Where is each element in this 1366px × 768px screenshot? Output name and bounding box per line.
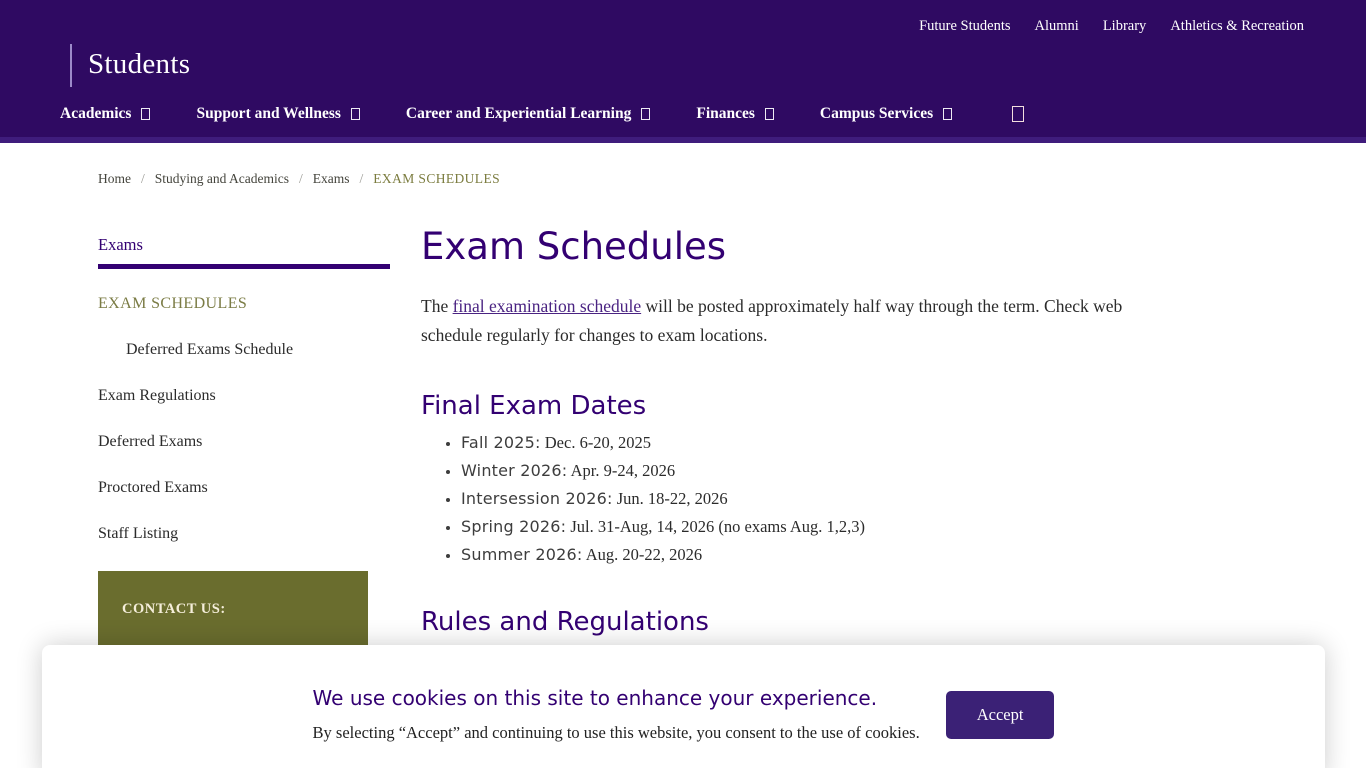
exam-date-item-winter: Winter 2026: Apr. 9-24, 2026 xyxy=(461,461,1161,481)
logo-block: Students xyxy=(70,44,1366,87)
sidebar-item-exam-schedules[interactable]: EXAM SCHEDULES xyxy=(98,295,390,313)
rules-and-regulations-heading: Rules and Regulations xyxy=(421,607,1161,637)
site-header: Future Students Alumni Library Athletics… xyxy=(0,0,1366,143)
page-title: Exam Schedules xyxy=(421,225,1161,268)
dropdown-glyph-icon xyxy=(765,108,774,120)
final-exam-schedule-link[interactable]: final examination schedule xyxy=(453,296,642,316)
nav-item-label: Support and Wellness xyxy=(196,105,340,123)
sidebar-divider xyxy=(98,264,390,269)
sidebar-item-exam-regulations[interactable]: Exam Regulations xyxy=(98,387,390,405)
utility-nav-future-students[interactable]: Future Students xyxy=(919,18,1010,35)
contact-title: CONTACT US: xyxy=(122,601,344,618)
dropdown-glyph-icon xyxy=(943,108,952,120)
exam-date-item-fall: Fall 2025: Dec. 6-20, 2025 xyxy=(461,433,1161,453)
breadcrumb-current: EXAM SCHEDULES xyxy=(373,171,500,187)
dropdown-glyph-icon xyxy=(141,108,150,120)
sidebar-item-deferred-exams-schedule[interactable]: Deferred Exams Schedule xyxy=(98,341,390,359)
intro-paragraph: The final examination schedule will be p… xyxy=(421,292,1156,349)
nav-item-label: Campus Services xyxy=(820,105,933,123)
utility-nav-alumni[interactable]: Alumni xyxy=(1035,18,1079,35)
term-label: Intersession 2026: xyxy=(461,489,613,508)
term-dates: Jul. 31-Aug, 14, 2026 (no exams Aug. 1,2… xyxy=(566,517,865,536)
sidebar-item-staff-listing[interactable]: Staff Listing xyxy=(98,525,390,543)
nav-item-academics[interactable]: Academics xyxy=(60,105,150,123)
cookie-banner: We use cookies on this site to enhance y… xyxy=(42,645,1325,768)
cookie-heading: We use cookies on this site to enhance y… xyxy=(313,686,920,710)
term-label: Spring 2026: xyxy=(461,517,566,536)
term-label: Fall 2025: xyxy=(461,433,541,452)
utility-nav-athletics[interactable]: Athletics & Recreation xyxy=(1170,18,1304,35)
sidebar-item-deferred-exams[interactable]: Deferred Exams xyxy=(98,433,390,451)
term-dates: Jun. 18-22, 2026 xyxy=(613,489,728,508)
nav-item-label: Academics xyxy=(60,105,131,123)
breadcrumb-exams[interactable]: Exams xyxy=(313,171,350,187)
dropdown-glyph-icon xyxy=(351,108,360,120)
sidebar-item-proctored-exams[interactable]: Proctored Exams xyxy=(98,479,390,497)
site-logo[interactable]: Students xyxy=(88,48,190,81)
exam-date-item-summer: Summer 2026: Aug. 20-22, 2026 xyxy=(461,545,1161,565)
breadcrumb-home[interactable]: Home xyxy=(98,171,131,187)
nav-item-label: Finances xyxy=(696,105,755,123)
final-exam-dates-list: Fall 2025: Dec. 6-20, 2025 Winter 2026: … xyxy=(421,433,1161,565)
utility-nav-library[interactable]: Library xyxy=(1103,18,1146,35)
cookie-text-block: We use cookies on this site to enhance y… xyxy=(313,686,920,743)
cookie-body: By selecting “Accept” and continuing to … xyxy=(313,723,920,743)
sidebar-section-title[interactable]: Exams xyxy=(98,235,390,255)
utility-nav: Future Students Alumni Library Athletics… xyxy=(0,14,1366,38)
term-dates: Dec. 6-20, 2025 xyxy=(541,433,651,452)
nav-item-campus-services[interactable]: Campus Services xyxy=(820,105,952,123)
breadcrumb-separator: / xyxy=(141,171,145,187)
breadcrumb-separator: / xyxy=(360,171,364,187)
nav-item-label: Career and Experiential Learning xyxy=(406,105,631,123)
term-label: Summer 2026: xyxy=(461,545,583,564)
breadcrumb: Home / Studying and Academics / Exams / … xyxy=(98,171,1366,187)
term-label: Winter 2026: xyxy=(461,461,567,480)
accept-cookies-button[interactable]: Accept xyxy=(946,691,1055,739)
exam-date-item-spring: Spring 2026: Jul. 31-Aug, 14, 2026 (no e… xyxy=(461,517,1161,537)
term-dates: Apr. 9-24, 2026 xyxy=(567,461,675,480)
exam-date-item-intersession: Intersession 2026: Jun. 18-22, 2026 xyxy=(461,489,1161,509)
main-content: Exam Schedules The final examination sch… xyxy=(421,225,1161,637)
nav-item-career-learning[interactable]: Career and Experiential Learning xyxy=(406,105,650,123)
intro-pre: The xyxy=(421,296,453,316)
search-icon[interactable] xyxy=(1012,106,1024,122)
dropdown-glyph-icon xyxy=(641,108,650,120)
breadcrumb-studying-and-academics[interactable]: Studying and Academics xyxy=(155,171,289,187)
main-nav: Academics Support and Wellness Career an… xyxy=(60,105,1366,137)
nav-item-finances[interactable]: Finances xyxy=(696,105,774,123)
term-dates: Aug. 20-22, 2026 xyxy=(583,545,703,564)
nav-item-support-and-wellness[interactable]: Support and Wellness xyxy=(196,105,359,123)
final-exam-dates-heading: Final Exam Dates xyxy=(421,391,1161,421)
breadcrumb-separator: / xyxy=(299,171,303,187)
